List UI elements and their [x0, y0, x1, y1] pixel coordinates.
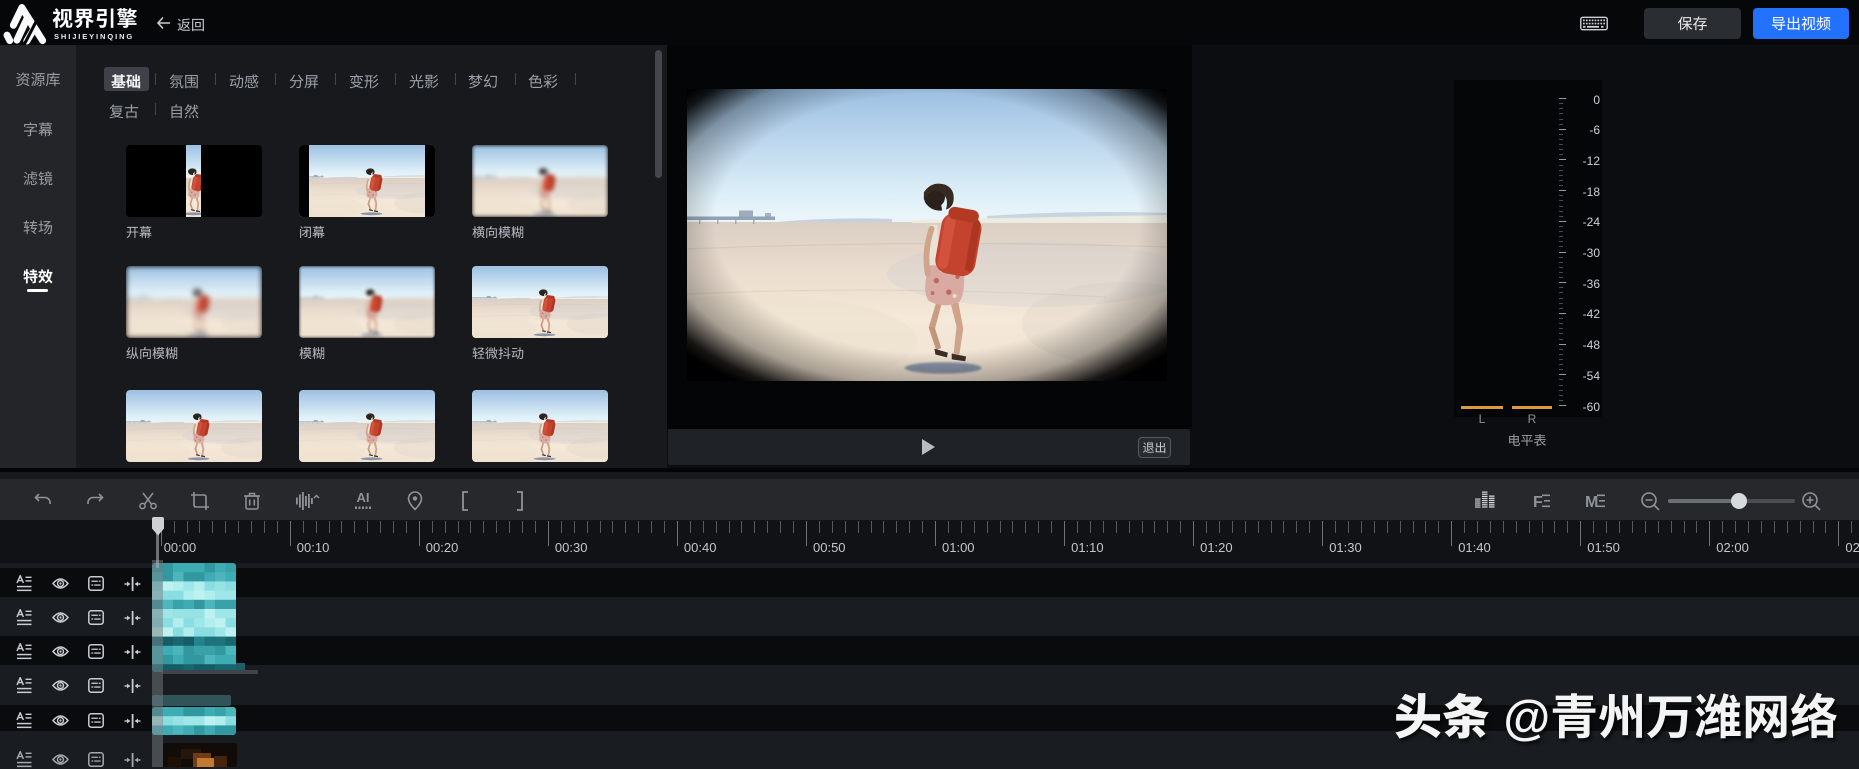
svg-text:F: F — [1533, 494, 1543, 511]
svg-text:M: M — [1585, 494, 1598, 511]
svg-text:AI: AI — [357, 490, 370, 505]
